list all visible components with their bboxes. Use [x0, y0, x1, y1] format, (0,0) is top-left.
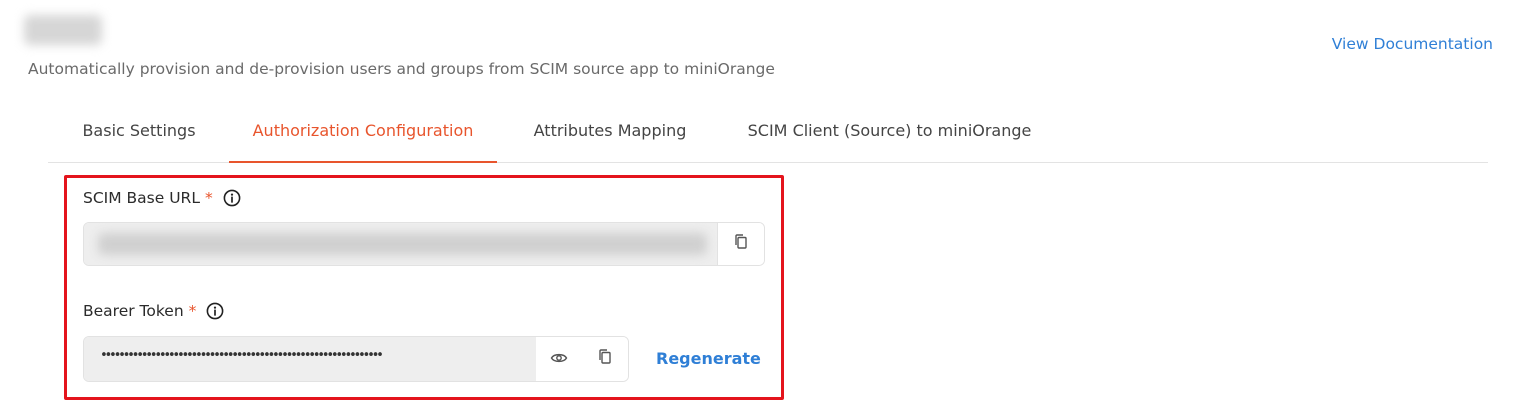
view-documentation-link[interactable]: View Documentation — [1332, 35, 1493, 53]
tab-bar: Basic Settings Authorization Configurati… — [48, 104, 1488, 163]
bearer-token-input[interactable]: ••••••••••••••••••••••••••••••••••••••••… — [84, 337, 536, 381]
show-token-button[interactable] — [536, 337, 582, 381]
tab-scim-client-to-miniorange[interactable]: SCIM Client (Source) to miniOrange — [742, 104, 1037, 161]
page: View Documentation Automatically provisi… — [0, 0, 1521, 418]
info-icon[interactable] — [223, 189, 241, 207]
tab-authorization-configuration[interactable]: Authorization Configuration — [229, 104, 497, 163]
scim-base-url-redacted — [98, 233, 707, 255]
copy-token-button[interactable] — [582, 337, 628, 381]
eye-icon — [550, 350, 568, 369]
info-icon[interactable] — [206, 302, 224, 320]
tab-basic-settings[interactable]: Basic Settings — [80, 104, 198, 161]
bearer-token-label: Bearer Token * — [83, 302, 224, 320]
required-asterisk: * — [204, 189, 213, 207]
bearer-token-group: ••••••••••••••••••••••••••••••••••••••••… — [83, 336, 629, 382]
page-subtitle: Automatically provision and de-provision… — [28, 60, 775, 78]
page-title-redacted — [24, 15, 102, 45]
scim-base-url-label: SCIM Base URL * — [83, 189, 241, 207]
tab-attributes-mapping[interactable]: Attributes Mapping — [530, 104, 690, 161]
bearer-token-value: ••••••••••••••••••••••••••••••••••••••••… — [100, 348, 384, 363]
copy-icon — [597, 348, 613, 370]
bearer-token-label-text: Bearer Token — [83, 302, 184, 320]
scim-base-url-group — [83, 222, 765, 266]
required-asterisk: * — [188, 302, 197, 320]
scim-base-url-input[interactable] — [84, 223, 717, 265]
copy-icon — [733, 233, 749, 255]
copy-url-button[interactable] — [717, 223, 764, 265]
regenerate-button[interactable]: Regenerate — [656, 349, 761, 368]
scim-base-url-label-text: SCIM Base URL — [83, 189, 200, 207]
